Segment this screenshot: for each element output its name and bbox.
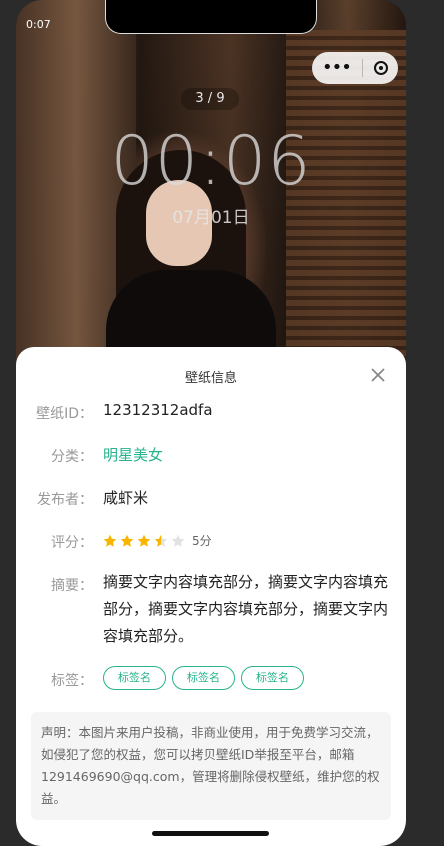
home-indicator [152, 831, 269, 836]
category-link[interactable]: 明星美女 [103, 444, 163, 465]
clock-date: 07月01日 [172, 208, 250, 228]
more-dots-icon[interactable]: ••• [322, 59, 352, 77]
star-icon [103, 534, 117, 547]
clock-time: 00:06 [110, 122, 312, 201]
wallpaper-info-sheet: 壁纸信息 壁纸ID： 12312312adfa 分类： 明星美女 发布者： 咸虾… [16, 347, 406, 846]
sheet-title: 壁纸信息 [184, 371, 237, 386]
close-icon[interactable] [368, 365, 388, 385]
star-icon [154, 534, 168, 547]
device-notch [105, 0, 317, 34]
image-counter: 3 / 9 [181, 88, 239, 110]
tags-label: 标签： [51, 673, 93, 689]
tag-item[interactable]: 标签名 [103, 666, 166, 690]
phone-frame: 0:07 ••• 3 / 9 00:06 07月01日 壁纸信息 壁纸ID： 1… [16, 0, 406, 846]
summary-text: 摘要文字内容填充部分，摘要文字内容填充部分，摘要文字内容填充部分，摘要文字内容填… [103, 573, 389, 645]
rating-score: 5分 [192, 534, 212, 548]
tag-item[interactable]: 标签名 [241, 666, 304, 690]
rating-label: 评分： [51, 535, 93, 551]
id-value[interactable]: 12312312adfa [103, 401, 213, 419]
category-label: 分类： [51, 449, 93, 465]
publisher-label: 发布者： [37, 492, 93, 508]
capsule-divider [361, 59, 363, 77]
tag-item[interactable]: 标签名 [172, 666, 235, 690]
publisher-value: 咸虾米 [103, 489, 149, 507]
miniapp-capsule[interactable]: ••• [312, 52, 398, 84]
id-label: 壁纸ID： [36, 406, 93, 422]
star-icon [120, 534, 134, 547]
status-time: 0:07 [26, 18, 51, 31]
star-icon [137, 534, 151, 547]
star-group [103, 534, 188, 548]
tag-list: 标签名 标签名 标签名 [103, 666, 310, 690]
target-circle-icon[interactable] [373, 61, 388, 75]
copyright-notice: 声明：本图片来用户投稿，非商业使用，用于免费学习交流，如侵犯了您的权益，您可以拷… [31, 712, 391, 820]
rating-stars[interactable]: 5分 [103, 532, 212, 549]
summary-label: 摘要： [51, 578, 93, 594]
star-icon [171, 534, 185, 547]
